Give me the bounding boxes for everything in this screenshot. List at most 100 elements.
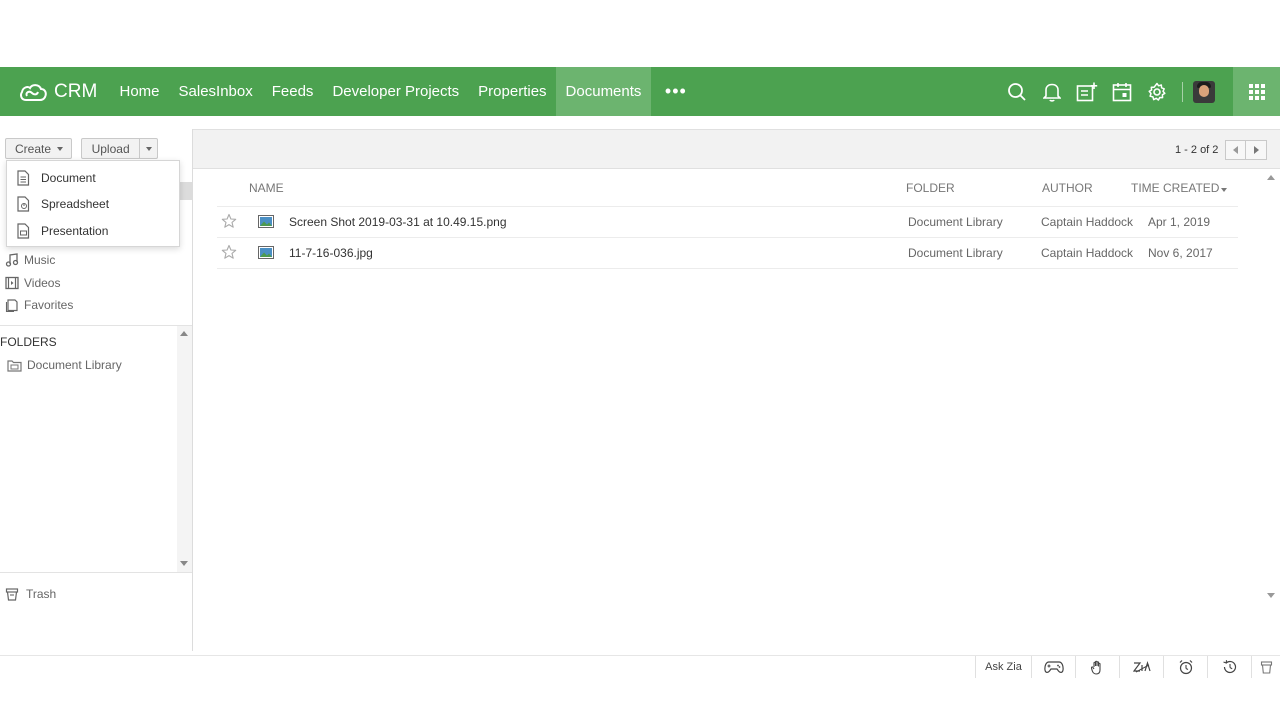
file-time-created: Nov 6, 2017 bbox=[1148, 246, 1213, 260]
search-icon[interactable] bbox=[1004, 79, 1030, 105]
grid-icon bbox=[1248, 83, 1265, 100]
documents-panel: 1 - 2 of 2 NAME FOLDER AUTHOR TIME CREAT… bbox=[192, 129, 1280, 651]
tab-label: Feeds bbox=[271, 83, 314, 100]
calendar-icon[interactable] bbox=[1109, 79, 1135, 105]
column-header-label: TIME CREATED bbox=[1131, 181, 1220, 195]
sort-desc-icon bbox=[1221, 188, 1228, 192]
sidebar-item-videos[interactable]: Videos bbox=[0, 272, 192, 295]
upload-button[interactable]: Upload bbox=[81, 138, 158, 159]
column-header-name[interactable]: NAME bbox=[249, 181, 284, 195]
sidebar-item-trash[interactable]: Trash bbox=[5, 587, 56, 601]
folders-heading: FOLDERS bbox=[0, 335, 57, 349]
tab-label: Properties bbox=[478, 83, 547, 100]
sidebar-item-label: Videos bbox=[24, 275, 61, 290]
top-navbar: CRM Home SalesInbox Feeds Developer Proj… bbox=[0, 67, 1280, 116]
tab-label: SalesInbox bbox=[178, 83, 253, 100]
tab-feeds[interactable]: Feeds bbox=[262, 67, 323, 116]
more-tabs-button[interactable]: ••• bbox=[651, 67, 701, 116]
nav-divider bbox=[1182, 81, 1183, 102]
nav-tools bbox=[1004, 67, 1215, 116]
scroll-up-arrow[interactable] bbox=[180, 331, 188, 336]
ask-zia-label: Ask Zia bbox=[985, 661, 1022, 673]
chevron-down-icon bbox=[57, 146, 64, 151]
file-author: Captain Haddock bbox=[1041, 246, 1134, 260]
column-header-time-created[interactable]: TIME CREATED bbox=[1131, 181, 1228, 195]
folder-icon bbox=[7, 359, 22, 372]
apps-grid-button[interactable] bbox=[1233, 67, 1280, 116]
create-button[interactable]: Create bbox=[5, 138, 72, 159]
folder-label: Document Library bbox=[27, 358, 122, 372]
tab-label: Developer Projects bbox=[332, 83, 460, 100]
file-name[interactable]: Screen Shot 2019-03-31 at 10.49.15.png bbox=[289, 215, 507, 229]
tab-home[interactable]: Home bbox=[110, 67, 169, 116]
ask-zia-button[interactable]: Ask Zia bbox=[975, 656, 1031, 678]
trash-label: Trash bbox=[26, 587, 57, 601]
top-whitespace bbox=[0, 0, 1280, 67]
app-name: CRM bbox=[54, 80, 98, 102]
sidebar-divider bbox=[0, 325, 192, 326]
bottom-toolbar: Ask Zia bbox=[0, 655, 1280, 678]
bell-icon[interactable] bbox=[1039, 79, 1065, 105]
file-author: Captain Haddock bbox=[1041, 215, 1134, 229]
presentation-icon bbox=[16, 223, 32, 239]
table-header: NAME FOLDER AUTHOR TIME CREATED bbox=[193, 177, 1253, 207]
column-header-author[interactable]: AUTHOR bbox=[1042, 181, 1093, 195]
tab-documents[interactable]: Documents bbox=[556, 67, 651, 116]
folder-item-document-library[interactable]: Document Library bbox=[7, 358, 122, 372]
selected-item-highlight bbox=[180, 182, 192, 200]
tab-salesinbox[interactable]: SalesInbox bbox=[169, 67, 262, 116]
next-page-button[interactable] bbox=[1246, 140, 1267, 160]
tab-label: Documents bbox=[565, 83, 642, 100]
trash-icon bbox=[5, 587, 19, 601]
zia-icon[interactable] bbox=[1119, 656, 1163, 678]
history-icon[interactable] bbox=[1207, 656, 1251, 678]
previous-page-button[interactable] bbox=[1225, 140, 1246, 160]
folders-scrollbar[interactable] bbox=[177, 326, 192, 572]
favorites-icon bbox=[5, 298, 19, 313]
star-icon[interactable] bbox=[221, 244, 237, 263]
crm-logo[interactable]: CRM bbox=[18, 67, 110, 116]
category-list: Music Videos Favorites bbox=[0, 249, 192, 317]
sidebar-divider bbox=[0, 572, 192, 573]
tab-label: Home bbox=[119, 83, 160, 100]
star-icon[interactable] bbox=[221, 213, 237, 232]
alarm-icon[interactable] bbox=[1163, 656, 1207, 678]
scroll-up-arrow[interactable] bbox=[1267, 175, 1275, 180]
file-name[interactable]: 11-7-16-036.jpg bbox=[289, 246, 373, 260]
image-file-icon bbox=[258, 246, 274, 262]
list-scrollbar[interactable] bbox=[1263, 169, 1279, 609]
create-menu: Document Spreadsheet Presentation bbox=[6, 160, 180, 247]
upload-dropdown-toggle[interactable] bbox=[139, 139, 157, 158]
video-icon bbox=[5, 276, 19, 290]
menu-item-spreadsheet[interactable]: Spreadsheet bbox=[7, 191, 179, 217]
table-row[interactable]: 11-7-16-036.jpg Document Library Captain… bbox=[217, 237, 1238, 268]
column-header-folder[interactable]: FOLDER bbox=[906, 181, 955, 195]
recycle-icon[interactable] bbox=[1251, 656, 1280, 678]
add-activity-icon[interactable] bbox=[1074, 79, 1100, 105]
sidebar-item-label: Music bbox=[24, 253, 56, 268]
file-time-created: Apr 1, 2019 bbox=[1148, 215, 1211, 229]
sidebar-item-music[interactable]: Music bbox=[0, 249, 192, 272]
menu-item-label: Presentation bbox=[41, 223, 109, 238]
file-folder: Document Library bbox=[908, 215, 1003, 229]
scroll-down-arrow[interactable] bbox=[180, 561, 188, 566]
music-icon bbox=[5, 253, 19, 267]
avatar[interactable] bbox=[1193, 80, 1215, 103]
table-row[interactable]: Screen Shot 2019-03-31 at 10.49.15.png D… bbox=[217, 206, 1238, 237]
menu-item-presentation[interactable]: Presentation bbox=[7, 218, 179, 244]
file-folder: Document Library bbox=[908, 246, 1003, 260]
menu-item-document[interactable]: Document bbox=[7, 165, 179, 191]
row-divider bbox=[217, 268, 1238, 269]
scroll-down-arrow[interactable] bbox=[1267, 593, 1275, 598]
hand-icon[interactable] bbox=[1075, 656, 1119, 678]
tab-properties[interactable]: Properties bbox=[469, 67, 556, 116]
image-file-icon bbox=[258, 215, 274, 231]
sidebar-item-favorites[interactable]: Favorites bbox=[0, 294, 192, 317]
chevron-right-icon bbox=[1253, 146, 1259, 154]
gamepad-icon[interactable] bbox=[1031, 656, 1075, 678]
menu-item-label: Document bbox=[41, 171, 96, 186]
menu-item-label: Spreadsheet bbox=[41, 197, 110, 212]
chevron-left-icon bbox=[1233, 146, 1238, 154]
tab-developer-projects[interactable]: Developer Projects bbox=[323, 67, 469, 116]
gear-icon[interactable] bbox=[1144, 79, 1170, 105]
